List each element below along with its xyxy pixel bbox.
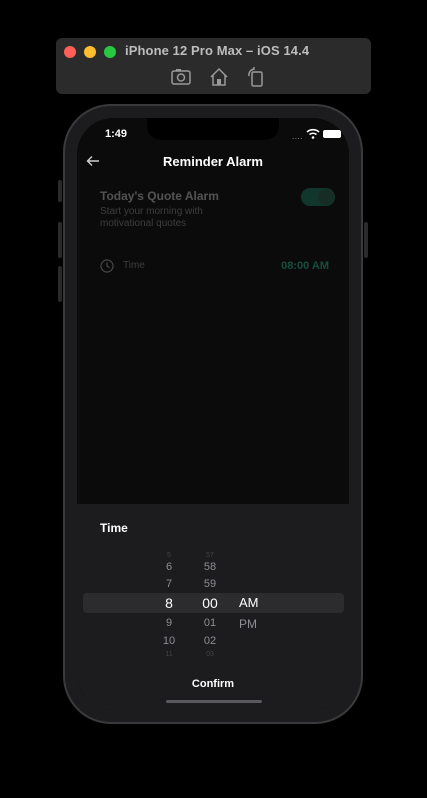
mute-switch (58, 180, 62, 202)
page-title: Reminder Alarm (163, 154, 263, 169)
camera-icon[interactable] (170, 66, 192, 88)
home-icon[interactable] (208, 66, 230, 88)
alarm-subtitle: Start your morning with motivational quo… (100, 206, 203, 229)
toggle-knob (318, 189, 334, 205)
power-button (364, 222, 368, 258)
hour-option[interactable]: 7 (154, 578, 184, 590)
alarm-title: Today's Quote Alarm (100, 189, 219, 203)
alarm-toggle[interactable] (301, 188, 335, 206)
close-window-button[interactable] (64, 46, 76, 58)
minute-option[interactable]: 03 (195, 649, 225, 661)
notch (147, 118, 279, 140)
simulator-title: iPhone 12 Pro Max – iOS 14.4 (125, 43, 310, 58)
volume-up-button (58, 222, 62, 258)
minute-option-selected[interactable]: 00 (195, 595, 225, 611)
hour-option[interactable]: 9 (154, 617, 184, 629)
signal-icon: .... (292, 132, 303, 141)
status-indicators: .... (292, 128, 341, 141)
time-picker-sheet: Time 5 6 7 8 9 10 11 57 58 59 00 01 02 0… (77, 504, 349, 710)
status-time: 1:49 (105, 128, 128, 140)
phone-screen: 1:49 .... Reminder Alarm Today's Quote A… (77, 118, 349, 710)
period-option[interactable]: PM (239, 616, 269, 632)
time-value[interactable]: 08:00 AM (277, 260, 329, 272)
battery-icon (323, 130, 341, 138)
hour-option[interactable]: 10 (154, 635, 184, 647)
period-option-selected[interactable]: AM (239, 595, 269, 611)
minute-option[interactable]: 01 (195, 617, 225, 629)
minute-option[interactable]: 02 (195, 635, 225, 647)
minimize-window-button[interactable] (84, 46, 96, 58)
simulator-tools (168, 66, 264, 88)
sheet-title: Time (100, 521, 128, 535)
hour-option-selected[interactable]: 8 (154, 595, 184, 611)
hour-option[interactable]: 11 (154, 649, 184, 661)
minute-option[interactable]: 59 (195, 578, 225, 590)
confirm-button[interactable]: Confirm (163, 678, 263, 690)
clock-icon (100, 259, 114, 273)
minute-option[interactable]: 58 (195, 561, 225, 573)
home-indicator (166, 700, 262, 703)
wifi-icon (306, 128, 320, 139)
rotate-icon[interactable] (245, 66, 267, 88)
time-label: Time (123, 260, 145, 271)
zoom-window-button[interactable] (104, 46, 116, 58)
simulator-toolbar: iPhone 12 Pro Max – iOS 14.4 (56, 38, 371, 94)
hour-option[interactable]: 6 (154, 561, 184, 573)
volume-down-button (58, 266, 62, 302)
